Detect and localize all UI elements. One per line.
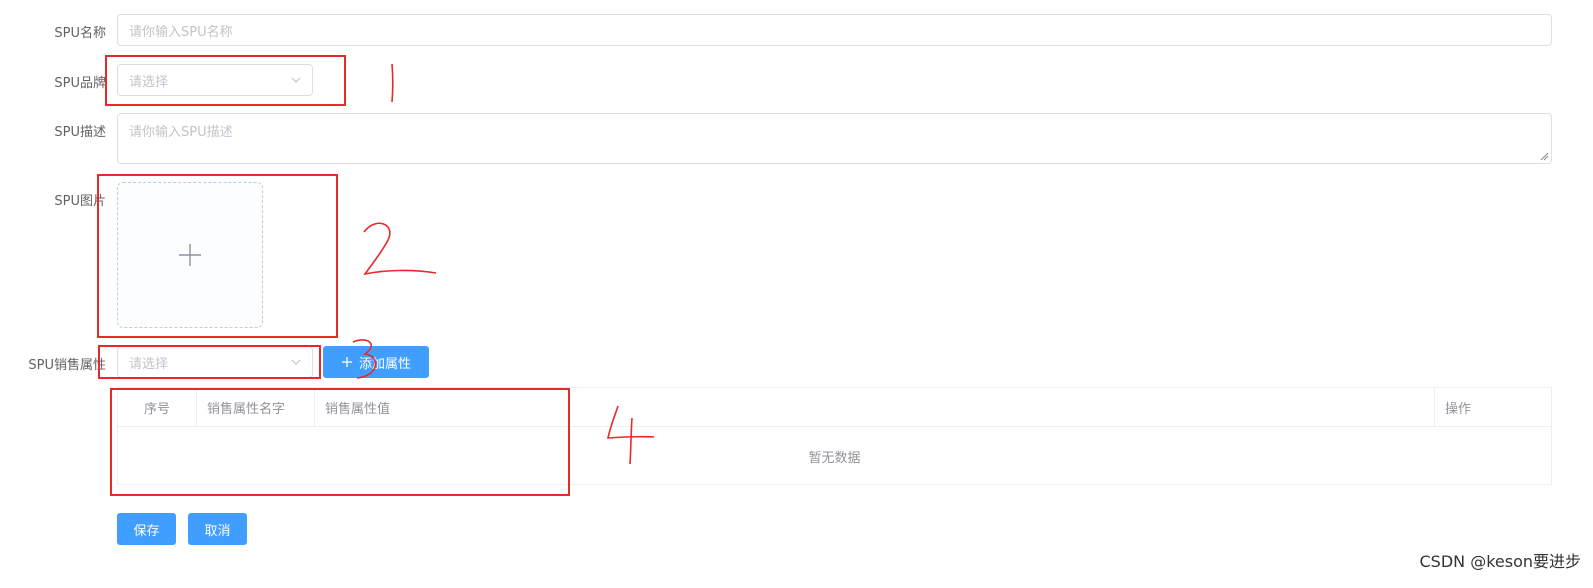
annotation-number-1-icon — [391, 63, 394, 103]
spu-brand-select[interactable]: 请选择 — [117, 64, 313, 96]
table-header: 序号 销售属性名字 销售属性值 操作 — [118, 388, 1551, 427]
resize-handle-icon[interactable] — [1540, 152, 1549, 161]
spu-brand-label: SPU品牌 — [54, 76, 106, 91]
table-header-index: 序号 — [118, 388, 197, 427]
plus-icon — [341, 357, 352, 367]
spu-name-input[interactable]: 请你输入SPU名称 — [117, 14, 1552, 46]
save-button[interactable]: 保存 — [117, 513, 176, 545]
table-header-attr-values: 销售属性值 — [315, 388, 1435, 427]
spu-name-label: SPU名称 — [54, 26, 106, 41]
sale-attr-table: 序号 销售属性名字 销售属性值 操作 暂无数据 — [117, 387, 1552, 485]
spu-name-placeholder: 请你输入SPU名称 — [129, 24, 233, 40]
spu-sale-attr-placeholder: 请选择 — [129, 356, 169, 372]
table-header-attr-name: 销售属性名字 — [197, 388, 315, 427]
spu-image-label: SPU图片 — [54, 194, 106, 209]
spu-desc-placeholder: 请你输入SPU描述 — [129, 125, 233, 140]
add-attribute-label: 添加属性 — [358, 356, 411, 372]
spu-desc-label: SPU描述 — [54, 125, 106, 140]
spu-desc-textarea[interactable]: 请你输入SPU描述 — [117, 113, 1552, 164]
spu-sale-attr-label: SPU销售属性 — [28, 358, 106, 373]
watermark-text: CSDN @keson要进步 — [1419, 552, 1581, 571]
plus-icon — [179, 244, 201, 266]
chevron-down-icon — [291, 359, 301, 365]
annotation-number-2-icon — [363, 222, 437, 276]
chevron-down-icon — [291, 77, 301, 83]
cancel-button[interactable]: 取消 — [188, 513, 247, 545]
image-upload-card[interactable] — [117, 182, 263, 328]
table-header-actions: 操作 — [1445, 402, 1472, 417]
add-attribute-button[interactable]: 添加属性 — [323, 346, 429, 378]
table-empty-text: 暂无数据 — [808, 451, 861, 466]
spu-sale-attr-select[interactable]: 请选择 — [117, 346, 313, 378]
spu-brand-placeholder: 请选择 — [129, 74, 169, 90]
